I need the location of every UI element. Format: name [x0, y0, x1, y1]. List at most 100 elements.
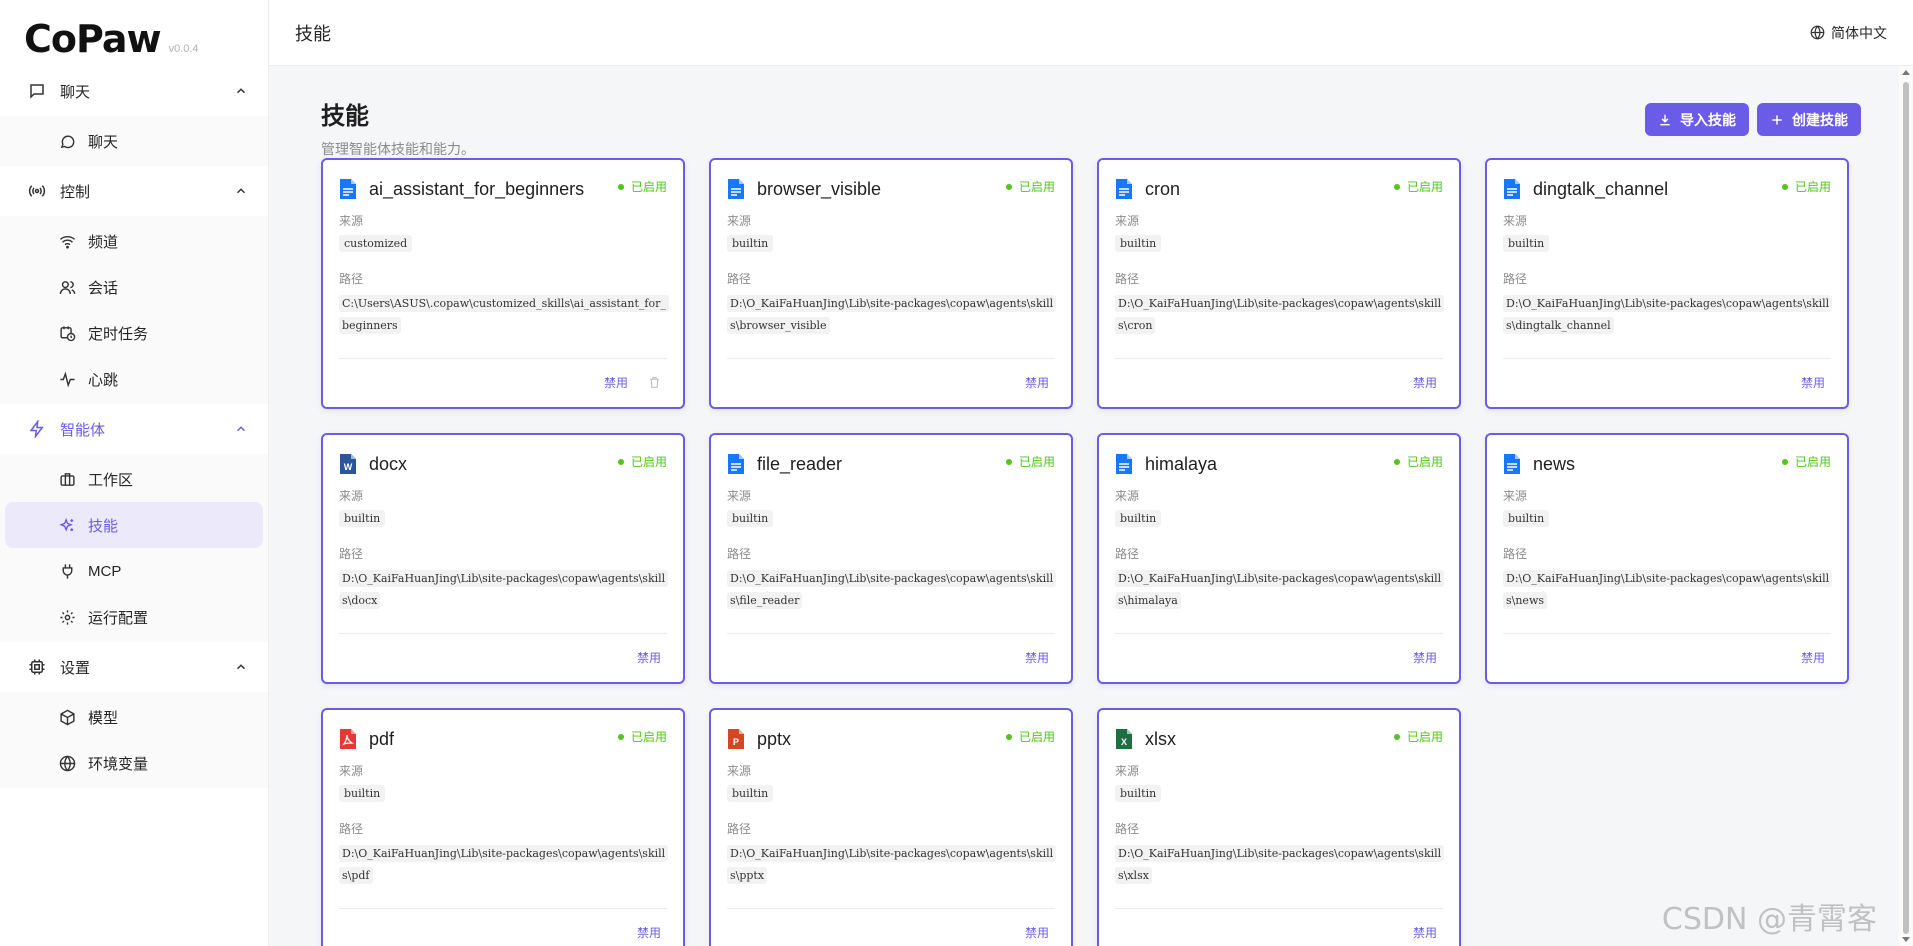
skill-card[interactable]: Xxlsx 已启用 来源 builtin 路径 D:\O_KaiFaHuanJing\Li…	[1097, 708, 1461, 946]
nav-group-header-control[interactable]: 控制	[0, 166, 268, 216]
chevron-up-icon[interactable]	[234, 660, 248, 674]
import-skill-button[interactable]: 导入技能	[1645, 103, 1749, 136]
sidebar-item-chat[interactable]: 聊天	[5, 118, 263, 164]
logo[interactable]: CoPaw v0.0.4	[0, 0, 268, 66]
source-label: 来源	[1115, 764, 1140, 778]
sidebar-item-env-vars[interactable]: 环境变量	[5, 740, 263, 786]
skill-card[interactable]: browser_visible 已启用 来源 builtin 路径 D:\O_KaiFaH…	[709, 158, 1073, 409]
disable-button[interactable]: 禁用	[637, 924, 661, 941]
disable-button[interactable]: 禁用	[1413, 924, 1437, 941]
source-value: builtin	[1503, 235, 1550, 252]
source-label: 来源	[339, 214, 364, 228]
create-skill-button[interactable]: 创建技能	[1757, 103, 1861, 136]
nav-group-label: 控制	[60, 183, 91, 201]
status-dot-icon	[617, 183, 624, 190]
sidebar-item-heartbeat[interactable]: 心跳	[5, 356, 263, 402]
nav-group-chat: 聊天 聊天	[0, 66, 268, 166]
scroll-up-arrow[interactable]	[1902, 70, 1910, 75]
source-label: 来源	[727, 489, 752, 503]
path-value: D:\O_KaiFaHuanJing\Lib\site-packages\cop…	[1115, 845, 1445, 884]
status-dot-icon	[1781, 458, 1788, 465]
source-label: 来源	[1503, 214, 1528, 228]
disable-button[interactable]: 禁用	[1801, 374, 1825, 391]
card-divider	[1115, 908, 1443, 909]
scrollbar-thumb[interactable]	[1903, 82, 1909, 934]
sidebar-item-cron[interactable]: 定时任务	[5, 310, 263, 356]
sidebar-item-mcp[interactable]: MCP	[5, 548, 263, 594]
status-dot-icon	[1393, 733, 1400, 740]
doc-icon	[1115, 453, 1133, 475]
page-header: 技能 管理智能体技能和能力。 导入技能 创建技能	[321, 96, 1861, 158]
status-text: 已启用	[1794, 455, 1831, 469]
nav-group-settings: 设置 模型 环境变量	[0, 642, 268, 788]
doc-icon	[727, 453, 745, 475]
status-text: 已启用	[1406, 730, 1443, 744]
skill-card[interactable]: ai_assistant_for_beginners 已启用 来源 customize…	[321, 158, 685, 409]
status-text: 已启用	[1406, 455, 1443, 469]
card-divider	[727, 633, 1055, 634]
status-dot-icon	[1005, 458, 1012, 465]
chevron-up-icon[interactable]	[234, 84, 248, 98]
disable-button[interactable]: 禁用	[637, 649, 661, 666]
status-text: 已启用	[1018, 730, 1055, 744]
chevron-up-icon[interactable]	[234, 184, 248, 198]
globe-icon	[59, 755, 76, 772]
sidebar-item-models[interactable]: 模型	[5, 694, 263, 740]
card-divider	[1503, 358, 1831, 359]
status-text: 已启用	[1406, 180, 1443, 194]
sidebar-item-skills[interactable]: 技能	[5, 502, 263, 548]
nav-group-header-chat[interactable]: 聊天	[0, 66, 268, 116]
language-switcher[interactable]: 简体中文	[1810, 23, 1887, 43]
skill-card[interactable]: pdf 已启用 来源 builtin 路径 D:\O_KaiFaHuanJing\Lib\…	[321, 708, 685, 946]
sidebar-item-label: 会话	[88, 279, 119, 297]
disable-button[interactable]: 禁用	[1025, 924, 1049, 941]
disable-button[interactable]: 禁用	[1413, 374, 1437, 391]
skill-card[interactable]: cron 已启用 来源 builtin 路径 D:\O_KaiFaHuanJing\Lib…	[1097, 158, 1461, 409]
skill-card[interactable]: file_reader 已启用 来源 builtin 路径 D:\O_KaiFaHuanJ…	[709, 433, 1073, 684]
status-badge: 已启用	[1393, 178, 1443, 195]
skill-card[interactable]: dingtalk_channel 已启用 来源 builtin 路径 D:\O_KaiFa…	[1485, 158, 1849, 409]
status-dot-icon	[1781, 183, 1788, 190]
sidebar-item-channels[interactable]: 频道	[5, 218, 263, 264]
chevron-up-icon[interactable]	[234, 422, 248, 436]
disable-button[interactable]: 禁用	[1801, 649, 1825, 666]
skill-card[interactable]: Wdocx 已启用 来源 builtin 路径 D:\O_KaiFaHuanJing\Li…	[321, 433, 685, 684]
skill-grid: ai_assistant_for_beginners 已启用 来源 customize…	[321, 158, 1861, 946]
status-dot-icon	[1393, 458, 1400, 465]
nav-group-header-settings[interactable]: 设置	[0, 642, 268, 692]
sidebar-item-label: 运行配置	[88, 609, 149, 627]
status-text: 已启用	[630, 730, 667, 744]
skill-card[interactable]: Ppptx 已启用 来源 builtin 路径 D:\O_KaiFaHuanJing\Li…	[709, 708, 1073, 946]
card-footer: 禁用	[637, 649, 661, 666]
sidebar-item-workspace[interactable]: 工作区	[5, 456, 263, 502]
skill-card[interactable]: himalaya 已启用 来源 builtin 路径 D:\O_KaiFaHuanJing…	[1097, 433, 1461, 684]
disable-button[interactable]: 禁用	[1025, 374, 1049, 391]
status-badge: 已启用	[1005, 453, 1055, 470]
status-badge: 已启用	[1781, 178, 1831, 195]
status-text: 已启用	[1018, 455, 1055, 469]
card-footer: 禁用	[1801, 374, 1825, 391]
source-value: builtin	[339, 785, 386, 802]
chat-bubble-icon	[59, 133, 76, 150]
sidebar-item-runtime-config[interactable]: 运行配置	[5, 594, 263, 640]
card-divider	[727, 908, 1055, 909]
scrollbar[interactable]	[1899, 66, 1913, 946]
disable-button[interactable]: 禁用	[1413, 649, 1437, 666]
scroll-down-arrow[interactable]	[1902, 937, 1910, 942]
globe-icon	[1810, 25, 1825, 40]
disable-button[interactable]: 禁用	[1025, 649, 1049, 666]
card-footer: 禁用	[1025, 649, 1049, 666]
skill-card[interactable]: news 已启用 来源 builtin 路径 D:\O_KaiFaHuanJing\Lib…	[1485, 433, 1849, 684]
sidebar-item-sessions[interactable]: 会话	[5, 264, 263, 310]
sidebar-item-label: 定时任务	[88, 325, 149, 343]
excel-icon: X	[1115, 728, 1133, 750]
card-footer: 禁用	[604, 374, 661, 391]
card-divider	[727, 358, 1055, 359]
trash-icon[interactable]	[648, 376, 661, 389]
status-dot-icon	[617, 733, 624, 740]
svg-text:P: P	[733, 737, 739, 747]
disable-button[interactable]: 禁用	[604, 374, 628, 391]
import-skill-label: 导入技能	[1680, 111, 1736, 128]
nav-group-header-agent[interactable]: 智能体	[0, 404, 268, 454]
status-text: 已启用	[630, 180, 667, 194]
